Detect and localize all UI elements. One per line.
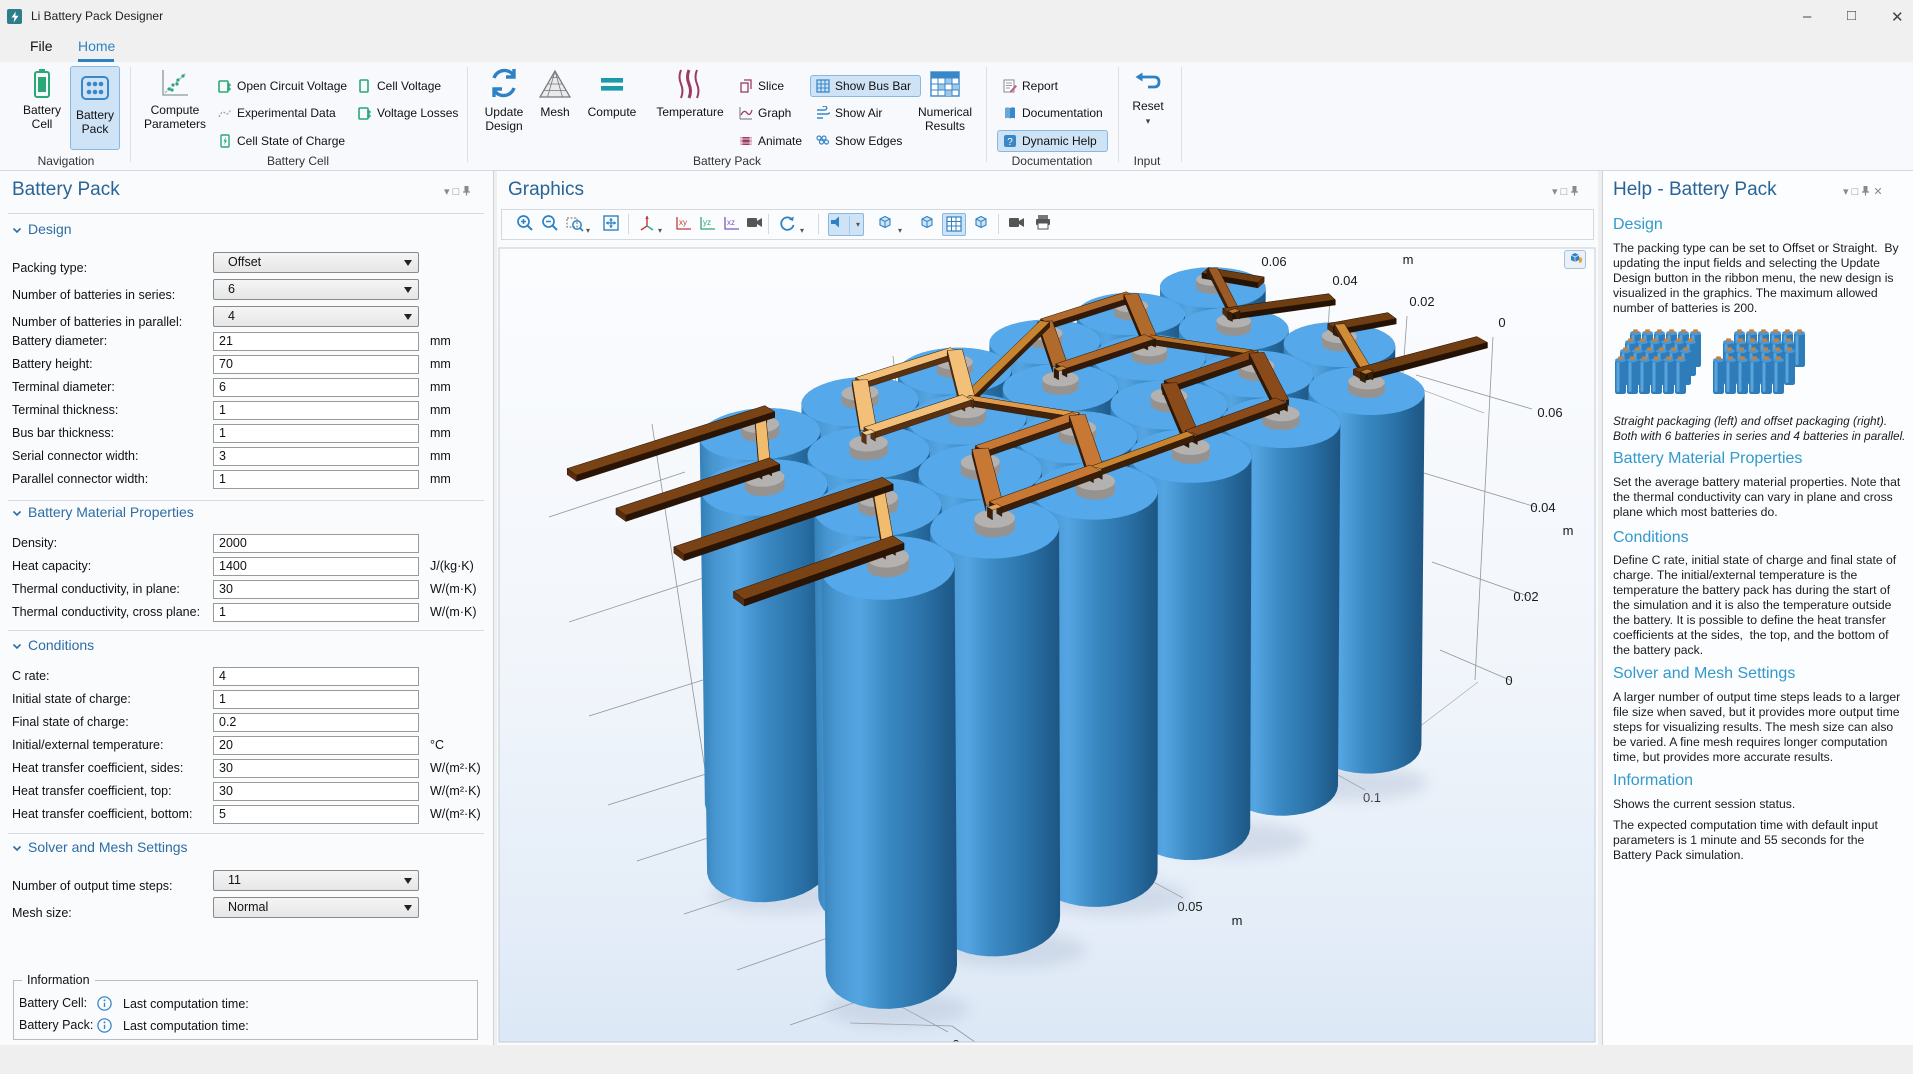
- svg-text:m: m: [1232, 913, 1243, 928]
- svg-text:0: 0: [1498, 315, 1505, 330]
- svg-text:0.02: 0.02: [1513, 589, 1538, 604]
- svg-text:0: 0: [952, 1037, 959, 1052]
- svg-text:0.04: 0.04: [1530, 500, 1555, 515]
- svg-text:0.04: 0.04: [1332, 273, 1357, 288]
- svg-text:0.02: 0.02: [1409, 294, 1434, 309]
- svg-text:m: m: [1403, 252, 1414, 267]
- svg-text:0: 0: [1505, 673, 1512, 688]
- svg-text:0.06: 0.06: [1261, 254, 1286, 269]
- svg-text:m: m: [1563, 523, 1574, 538]
- svg-text:0.06: 0.06: [1537, 405, 1562, 420]
